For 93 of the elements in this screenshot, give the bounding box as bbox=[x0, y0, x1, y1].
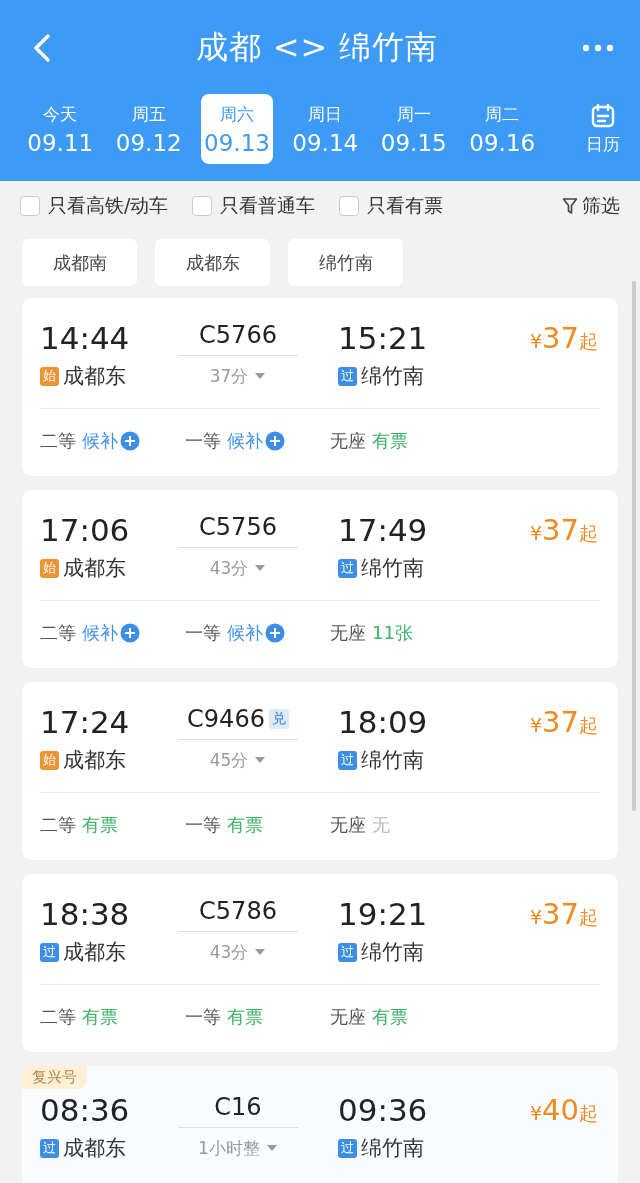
departure-time: 08:36 bbox=[40, 1092, 131, 1128]
arrival-time: 19:21 bbox=[337, 896, 429, 932]
train-card[interactable]: 17:24 C9466 兑 18:09 ¥37起 始 成都东 45分 过 绵竹南 二等 有票 一等 有票 无座 无 bbox=[22, 682, 618, 860]
filter-icon[interactable] bbox=[562, 197, 578, 215]
seat-class: 一等 bbox=[185, 429, 221, 453]
departure-time: 14:44 bbox=[40, 320, 131, 356]
seat-status: 有票 bbox=[227, 813, 263, 837]
route-title: 成都 <> 绵竹南 bbox=[195, 27, 439, 68]
plus-icon[interactable] bbox=[265, 623, 285, 643]
caret-icon[interactable] bbox=[254, 372, 267, 380]
price: ¥37起 bbox=[530, 513, 599, 547]
seat-class: 一等 bbox=[185, 1005, 221, 1029]
train-card[interactable]: 18:38 C5786 19:21 ¥37起 过 成都东 43分 过 绵竹南 二等 有票 一等 有票 无座 有票 bbox=[22, 874, 618, 1052]
back-icon[interactable] bbox=[32, 33, 52, 63]
arrival-time: 15:21 bbox=[337, 320, 429, 356]
train-card[interactable]: 复兴号 08:36 C16 09:36 ¥40起 过 成都东 1小时整 过 绵竹南 bbox=[22, 1066, 618, 1183]
departure-station: 成都东 bbox=[63, 939, 126, 966]
seat-status: 有票 bbox=[227, 1005, 263, 1029]
seat-class: 无座 bbox=[330, 1005, 366, 1029]
filter-checkbox[interactable]: 只看高铁/动车 bbox=[20, 193, 169, 219]
arrival-time: 09:36 bbox=[337, 1092, 429, 1128]
train-number: C5766 bbox=[199, 320, 277, 349]
train-card[interactable]: 17:06 C5756 17:49 ¥37起 始 成都东 43分 过 绵竹南 二等 候补 一等 候补 无座 11张 bbox=[22, 490, 618, 668]
departure-time: 18:38 bbox=[40, 896, 131, 932]
seat-status: 候补 bbox=[82, 621, 118, 645]
arrival-station: 绵竹南 bbox=[361, 747, 424, 774]
seat-class: 二等 bbox=[40, 813, 76, 837]
filter-checkbox[interactable]: 只看普通车 bbox=[192, 193, 316, 219]
departure-time: 17:24 bbox=[40, 704, 131, 740]
station-mark: 始 bbox=[40, 366, 59, 386]
seat-status: 候补 bbox=[82, 429, 118, 453]
seat-status: 有票 bbox=[82, 1005, 118, 1029]
arrival-station: 绵竹南 bbox=[361, 939, 424, 966]
seat-status: 11张 bbox=[372, 621, 413, 645]
caret-icon[interactable] bbox=[254, 756, 267, 764]
train-type-tag: 复兴号 bbox=[22, 1066, 87, 1089]
station-mark: 过 bbox=[338, 558, 357, 578]
caret-icon[interactable] bbox=[265, 1144, 278, 1152]
station-mark: 始 bbox=[40, 558, 59, 578]
arrival-station: 绵竹南 bbox=[361, 363, 424, 390]
station-mark: 始 bbox=[40, 750, 59, 770]
departure-station: 成都东 bbox=[63, 555, 126, 582]
seat-status: 无 bbox=[372, 813, 390, 837]
seat-status: 有票 bbox=[82, 813, 118, 837]
filter-checkbox[interactable]: 只看有票 bbox=[339, 193, 444, 219]
station-mark: 过 bbox=[338, 750, 357, 770]
more-icon[interactable] bbox=[582, 44, 614, 52]
plus-icon[interactable] bbox=[265, 431, 285, 451]
seat-class: 二等 bbox=[40, 429, 76, 453]
price: ¥37起 bbox=[530, 897, 599, 931]
seat-status: 有票 bbox=[372, 429, 408, 453]
seat-status: 候补 bbox=[227, 621, 263, 645]
scrollbar[interactable] bbox=[632, 281, 636, 811]
price: ¥40起 bbox=[530, 1093, 599, 1127]
seat-class: 二等 bbox=[40, 1005, 76, 1029]
departure-time: 17:06 bbox=[40, 512, 131, 548]
station-mark: 过 bbox=[338, 942, 357, 962]
arrival-time: 18:09 bbox=[337, 704, 429, 740]
seat-status: 候补 bbox=[227, 429, 263, 453]
station-chip[interactable]: 成都南 bbox=[22, 239, 137, 286]
train-number: C5786 bbox=[199, 896, 277, 925]
arrival-station: 绵竹南 bbox=[361, 555, 424, 582]
station-mark: 过 bbox=[40, 942, 59, 962]
price: ¥37起 bbox=[530, 705, 599, 739]
departure-station: 成都东 bbox=[63, 1135, 126, 1162]
station-mark: 过 bbox=[338, 366, 357, 386]
seat-class: 无座 bbox=[330, 429, 366, 453]
caret-icon[interactable] bbox=[254, 564, 267, 572]
train-badge: 兑 bbox=[268, 708, 289, 729]
seat-class: 一等 bbox=[185, 621, 221, 645]
price: ¥37起 bbox=[530, 321, 599, 355]
caret-icon[interactable] bbox=[254, 948, 267, 956]
seat-class: 二等 bbox=[40, 621, 76, 645]
filter-button[interactable]: 筛选 bbox=[562, 193, 620, 219]
seat-class: 无座 bbox=[330, 621, 366, 645]
station-chip[interactable]: 绵竹南 bbox=[288, 239, 403, 286]
train-number: C9466 bbox=[187, 704, 265, 733]
seat-status: 有票 bbox=[372, 1005, 408, 1029]
station-mark: 过 bbox=[40, 1138, 59, 1158]
seat-class: 一等 bbox=[185, 813, 221, 837]
plus-icon[interactable] bbox=[120, 431, 140, 451]
train-card[interactable]: 14:44 C5766 15:21 ¥37起 始 成都东 37分 过 绵竹南 二等 候补 一等 候补 无座 有票 bbox=[22, 298, 618, 476]
calendar-icon[interactable] bbox=[590, 102, 616, 129]
arrival-time: 17:49 bbox=[337, 512, 429, 548]
plus-icon[interactable] bbox=[120, 623, 140, 643]
station-chip[interactable]: 成都东 bbox=[155, 239, 270, 286]
arrival-station: 绵竹南 bbox=[361, 1135, 424, 1162]
station-mark: 过 bbox=[338, 1138, 357, 1158]
departure-station: 成都东 bbox=[63, 363, 126, 390]
seat-class: 无座 bbox=[330, 813, 366, 837]
departure-station: 成都东 bbox=[63, 747, 126, 774]
train-number: C16 bbox=[214, 1092, 262, 1121]
train-number: C5756 bbox=[199, 512, 277, 541]
